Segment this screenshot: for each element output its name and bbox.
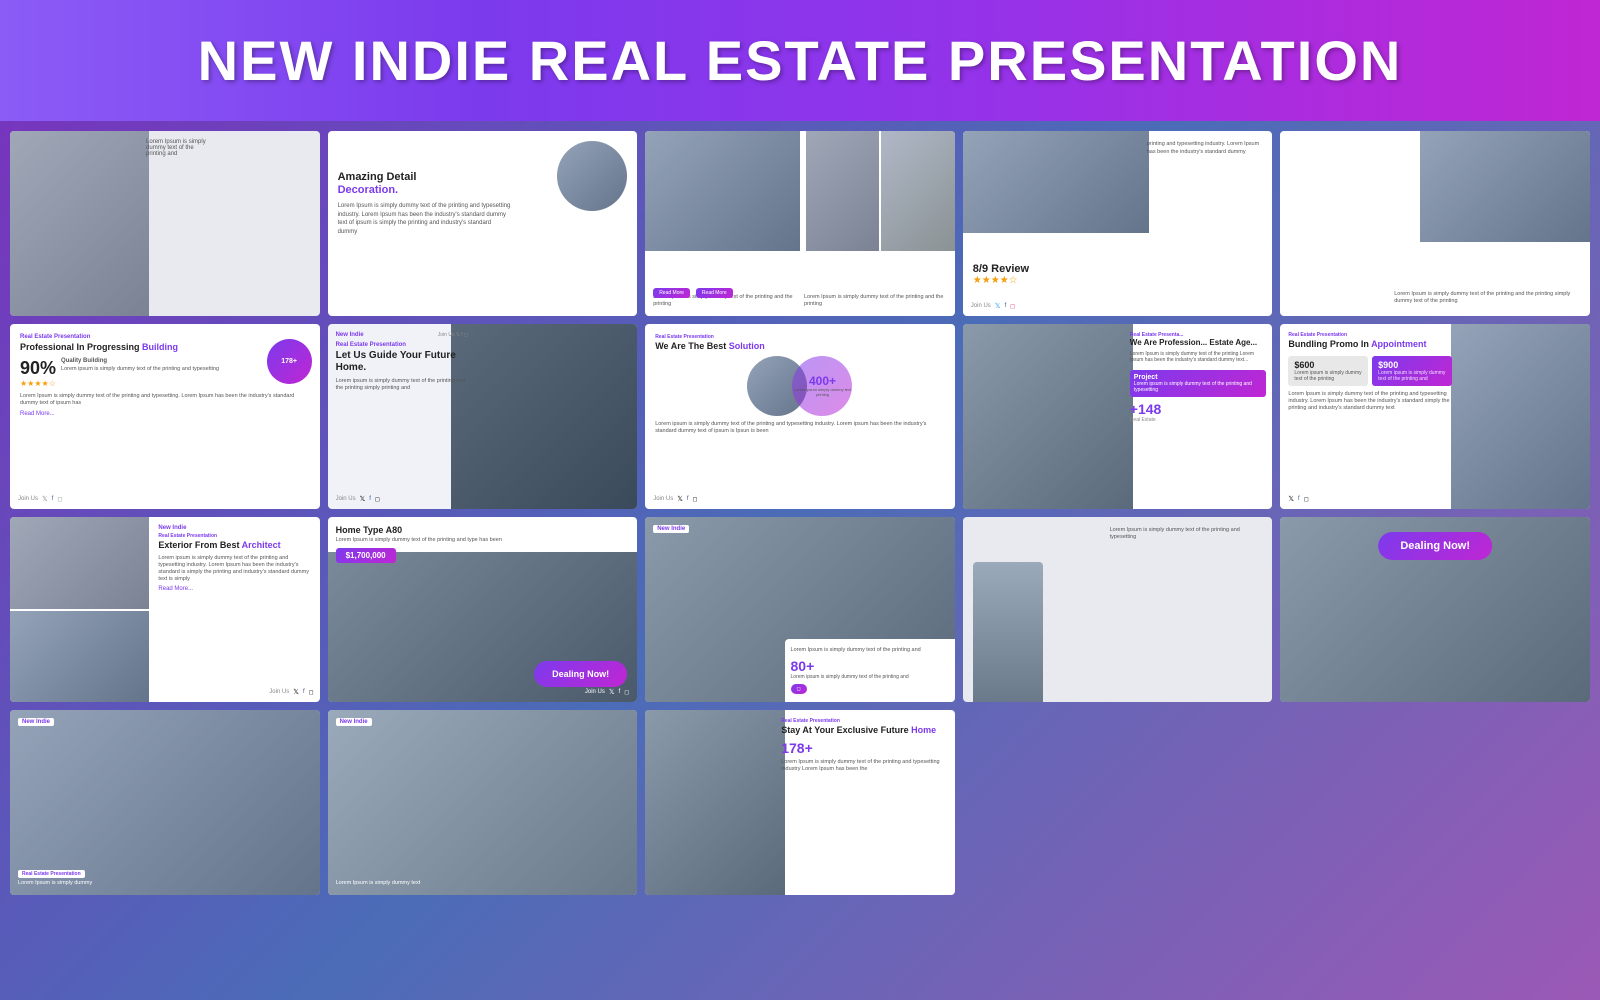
slide-r1s4: printing and typesetting industry. Lorem…: [963, 131, 1273, 316]
slide-r2s3: Real Estate Presentation We Are The Best…: [645, 324, 955, 509]
slide-r4s5: Real Estate Presentation Stay At Your Ex…: [645, 710, 955, 895]
slide-r1s1: Lorem Ipsum is simply dummy text of the …: [10, 131, 320, 316]
brand-tag-r2s1: Real Estate Presentation: [20, 334, 310, 340]
slide-r3s3: Home Type A80 Lorem Ipsum is simply dumm…: [328, 517, 638, 702]
slide-r4s3: New Indie Real Estate Presentation Lorem…: [10, 710, 320, 895]
slide-r2s1: Real Estate Presentation Professional In…: [10, 324, 320, 509]
slide-r1s2: Amazing DetailDecoration. Lorem Ipsum is…: [328, 131, 638, 316]
page-header: NEW INDIE REAL ESTATE PRESENTATION: [0, 0, 1600, 121]
slide-r4s4: New Indie Lorem Ipsum is simply dummy te…: [328, 710, 638, 895]
slide-r4s1: Lorem Ipsum is simply dummy text of the …: [963, 517, 1273, 702]
slide-r3s2: New Indie Real Estate Presentation Exter…: [10, 517, 320, 702]
page-title: NEW INDIE REAL ESTATE PRESENTATION: [40, 28, 1560, 93]
slide-r2s2: New Indie Join Us 𝕏 f ◻ Real Estate Pres…: [328, 324, 638, 509]
slides-grid: Lorem Ipsum is simply dummy text of the …: [0, 121, 1600, 905]
slide-r3s1: Real Estate Presentation Bundling Promo …: [1280, 324, 1590, 509]
slide-r2s4: Real Estate Presenta... We Are Professio…: [963, 324, 1273, 509]
slide-r1s5: Lorem Ipsum is simply dummy text of the …: [1280, 131, 1590, 316]
slide-r3s4: New Indie Lorem Ipsum is simply dummy te…: [645, 517, 955, 702]
slide-r4s2: Dealing Now!: [1280, 517, 1590, 702]
slide-r1s3: Lorem Ipsum is simply dummy text of the …: [645, 131, 955, 316]
